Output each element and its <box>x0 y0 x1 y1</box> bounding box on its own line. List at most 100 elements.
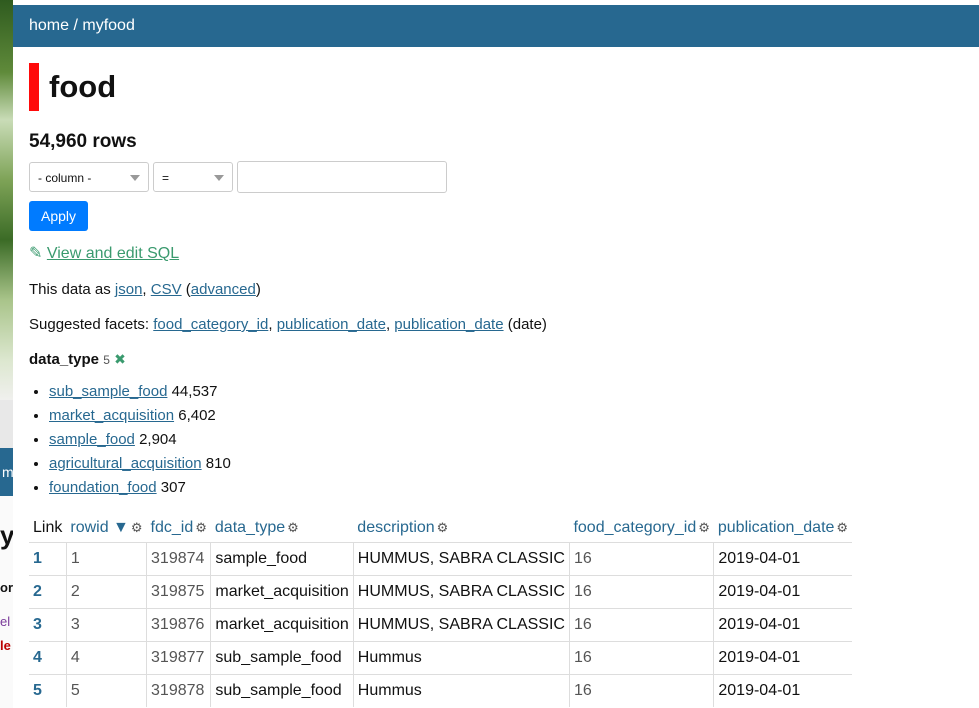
export-json-link[interactable]: json <box>115 281 143 298</box>
column-header-label[interactable]: publication_date <box>718 519 835 536</box>
column-header-label[interactable]: data_type <box>215 519 285 536</box>
background-gray-bar <box>0 400 13 448</box>
facet-value-link[interactable]: agricultural_acquisition <box>49 455 202 472</box>
publication-date-cell: 2019-04-01 <box>713 674 853 707</box>
column-header-label[interactable]: food_category_id <box>573 519 696 536</box>
chevron-down-icon <box>130 175 140 181</box>
column-header-label[interactable]: fdc_id <box>151 519 194 536</box>
suggested-facet-link[interactable]: publication_date <box>277 316 386 333</box>
column-header-description[interactable]: description ⚙ <box>353 514 569 543</box>
page-title-row: food <box>29 63 979 111</box>
list-item: agricultural_acquisition 810 <box>49 452 979 476</box>
column-header-publication-date[interactable]: publication_date ⚙ <box>714 514 852 543</box>
main-content: food 54,960 rows - column - = Apply ✎ Vi… <box>13 63 979 707</box>
row-link-cell: 3 <box>29 608 67 642</box>
background-blue-bar: m <box>0 448 13 496</box>
food-category-id-cell: 16 <box>568 608 714 642</box>
export-advanced-link[interactable]: advanced <box>191 281 256 298</box>
facet-value-link[interactable]: sample_food <box>49 431 135 448</box>
list-item: foundation_food 307 <box>49 476 979 500</box>
background-fragment-text: y <box>0 520 13 550</box>
description-cell: HUMMUS, SABRA CLASSIC <box>352 608 570 642</box>
rows-table: Link rowid ▼ ⚙ fdc_id ⚙ data_type ⚙ descrip… <box>29 514 853 707</box>
gear-icon[interactable]: ⚙ <box>131 520 143 535</box>
food-category-id-cell: 16 <box>568 641 714 675</box>
gear-icon[interactable]: ⚙ <box>195 520 207 535</box>
export-paren-close: ) <box>255 281 261 298</box>
data-type-cell: market_acquisition <box>210 608 354 642</box>
column-header-label[interactable]: rowid ▼ <box>70 519 129 536</box>
remove-facet-icon[interactable]: ✖ <box>114 351 126 367</box>
rowid-cell: 2 <box>65 575 147 609</box>
background-fragment-text: or <box>0 580 13 595</box>
facet-value-link[interactable]: market_acquisition <box>49 407 174 424</box>
column-header-rowid[interactable]: rowid ▼ ⚙ <box>66 514 146 543</box>
apply-button[interactable]: Apply <box>29 201 89 231</box>
publication-date-cell: 2019-04-01 <box>713 608 853 642</box>
filter-row: - column - = <box>29 161 979 193</box>
description-cell: HUMMUS, SABRA CLASSIC <box>352 575 570 609</box>
column-header-food-category-id[interactable]: food_category_id ⚙ <box>569 514 713 543</box>
gear-icon[interactable]: ⚙ <box>836 520 848 535</box>
facet-list: sub_sample_food 44,537 market_acquisitio… <box>29 380 979 500</box>
table-row: 3 3 319876 market_acquisition HUMMUS, SA… <box>29 608 853 642</box>
row-link[interactable]: 5 <box>33 682 42 699</box>
row-link-cell: 1 <box>29 542 67 576</box>
suggested-facets: Suggested facets: food_category_id, publ… <box>29 316 547 333</box>
facet-value-link[interactable]: foundation_food <box>49 479 157 496</box>
food-category-id-cell: 16 <box>568 575 714 609</box>
column-header-fdc-id[interactable]: fdc_id ⚙ <box>147 514 211 543</box>
datasette-page: home / myfood food 54,960 rows - column … <box>13 0 979 708</box>
breadcrumb: home / myfood <box>13 5 979 47</box>
background-fragment-text: el <box>0 614 11 629</box>
row-link[interactable]: 1 <box>33 550 42 567</box>
column-select[interactable]: - column - <box>29 162 149 192</box>
export-separator: , <box>142 281 151 298</box>
facet-value-count: 44,537 <box>171 383 218 400</box>
export-paren-open: ( <box>181 281 191 298</box>
column-header-label[interactable]: description <box>357 519 434 536</box>
fdc-id-cell: 319876 <box>146 608 211 642</box>
row-link[interactable]: 2 <box>33 583 42 600</box>
facet-value-count: 2,904 <box>139 431 177 448</box>
pencil-icon: ✎ <box>29 245 43 262</box>
description-cell: HUMMUS, SABRA CLASSIC <box>352 542 570 576</box>
food-category-id-cell: 16 <box>568 674 714 707</box>
row-link[interactable]: 3 <box>33 616 42 633</box>
table-header-row: Link rowid ▼ ⚙ fdc_id ⚙ data_type ⚙ descrip… <box>29 514 852 543</box>
gear-icon[interactable]: ⚙ <box>437 520 449 535</box>
view-edit-sql-link[interactable]: View and edit SQL <box>47 245 179 262</box>
operator-select[interactable]: = <box>153 162 233 192</box>
list-item: sub_sample_food 44,537 <box>49 380 979 404</box>
view-sql-row: ✎ View and edit SQL <box>29 243 979 263</box>
row-link-cell: 2 <box>29 575 67 609</box>
fdc-id-cell: 319878 <box>146 674 211 707</box>
suggested-facet-link[interactable]: publication_date <box>394 316 503 333</box>
export-line: This data as json, CSV (advanced) <box>29 281 979 298</box>
data-type-cell: market_acquisition <box>210 575 354 609</box>
gear-icon[interactable]: ⚙ <box>698 520 710 535</box>
column-select-value: - column - <box>38 171 92 185</box>
chevron-down-icon <box>214 175 224 181</box>
column-header-link: Link <box>33 519 63 536</box>
table-row: 4 4 319877 sub_sample_food Hummus 16 201… <box>29 641 853 675</box>
rowid-cell: 1 <box>65 542 147 576</box>
export-prefix: This data as <box>29 281 115 298</box>
facet-value-count: 6,402 <box>178 407 216 424</box>
export-csv-link[interactable]: CSV <box>151 281 182 298</box>
column-header-data-type[interactable]: data_type ⚙ <box>211 514 353 543</box>
suggested-facet-link[interactable]: food_category_id <box>153 316 268 333</box>
background-photo <box>0 0 13 400</box>
list-item: market_acquisition 6,402 <box>49 404 979 428</box>
breadcrumb-db-link[interactable]: myfood <box>82 17 134 34</box>
fdc-id-cell: 319877 <box>146 641 211 675</box>
fdc-id-cell: 319875 <box>146 575 211 609</box>
filter-value-input[interactable] <box>237 161 447 193</box>
facet-value-link[interactable]: sub_sample_food <box>49 383 167 400</box>
row-link[interactable]: 4 <box>33 649 42 666</box>
breadcrumb-home-link[interactable]: home <box>29 17 69 34</box>
operator-select-value: = <box>162 171 170 185</box>
description-cell: Hummus <box>352 674 570 707</box>
gear-icon[interactable]: ⚙ <box>287 520 299 535</box>
facet-count: 5 <box>103 353 110 367</box>
